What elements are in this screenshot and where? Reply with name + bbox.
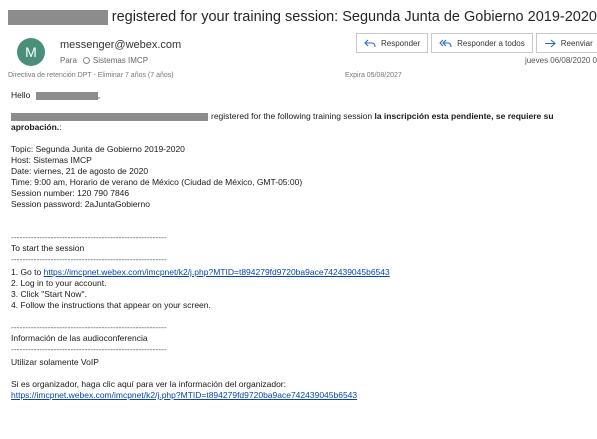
- voip-note: Utilizar solamente VoIP: [11, 357, 99, 367]
- redacted-name: [35, 91, 98, 100]
- to-label: Para: [60, 56, 77, 65]
- session-host: Host: Sistemas IMCP: [11, 155, 92, 165]
- organizer-link-line: https://imcpnet.webex.com/imcpnet/k2/j.p…: [11, 390, 595, 401]
- organizer-text: Si es organizador, haga clic aquí para v…: [11, 379, 286, 389]
- greeting-suffix: ,: [97, 90, 101, 100]
- message-body: Hello , registered for the following tra…: [11, 90, 595, 401]
- divider: ----------------------------------------…: [11, 344, 167, 354]
- session-topic: Topic: Segunda Junta de Gobierno 2019-20…: [11, 144, 185, 154]
- reply-all-button[interactable]: Responder a todos: [431, 33, 533, 53]
- registration-line-cont: aprobación.:: [11, 122, 595, 133]
- message-actions: Responder Responder a todos Reenviar: [356, 33, 597, 53]
- divider: ----------------------------------------…: [11, 322, 167, 332]
- approval-text: aprobación.: [11, 122, 60, 132]
- greeting-line: Hello ,: [11, 90, 595, 101]
- subject-text: registered for your training session: Se…: [111, 9, 597, 25]
- expiration-date: Expira 05/08/2027: [345, 72, 402, 79]
- reply-button[interactable]: Responder: [356, 33, 429, 53]
- session-time: Time: 9:00 am, Horario de verano de Méxi…: [11, 177, 303, 187]
- sender-avatar[interactable]: M: [17, 38, 45, 66]
- session-date: Date: viernes, 21 de agosto de 2020: [11, 166, 149, 176]
- divider: ----------------------------------------…: [11, 232, 167, 242]
- reply-label: Responder: [381, 38, 421, 48]
- step-3: 3. Click "Start Now".: [11, 289, 87, 299]
- reply-all-label: Responder a todos: [457, 38, 525, 48]
- pending-approval-text: la inscripción esta pendiente, se requie…: [374, 111, 554, 121]
- registration-text: registered for the following training se…: [211, 111, 375, 121]
- redacted-name: [11, 112, 208, 121]
- session-number: Session number: 120 790 7846: [11, 188, 130, 198]
- recipient-line: Para Sistemas IMCP: [60, 56, 148, 65]
- start-heading: To start the session: [11, 243, 85, 253]
- session-password: Session password: 2aJuntaGobierno: [11, 199, 150, 209]
- divider: ----------------------------------------…: [11, 254, 167, 264]
- session-link[interactable]: https://imcpnet.webex.com/imcpnet/k2/j.p…: [44, 267, 390, 277]
- forward-button[interactable]: Reenviar: [535, 33, 597, 53]
- audio-heading: Información de las audioconferencia: [11, 333, 148, 343]
- reply-icon: [364, 39, 376, 47]
- step-1: 1. Go to https://imcpnet.webex.com/imcpn…: [11, 267, 595, 278]
- reply-all-icon: [439, 39, 452, 47]
- step-1-prefix: 1. Go to: [11, 267, 44, 277]
- organizer-link[interactable]: https://imcpnet.webex.com/imcpnet/k2/j.p…: [11, 390, 357, 400]
- step-2: 2. Log in to your account.: [11, 278, 107, 288]
- email-subject: registered for your training session: Se…: [8, 6, 597, 28]
- approval-end: :: [59, 122, 62, 132]
- registration-line: registered for the following training se…: [11, 111, 595, 122]
- received-date: jueves 06/08/2020 0: [524, 56, 597, 65]
- forward-label: Reenviar: [560, 38, 593, 48]
- retention-policy: Directiva de retención DPT - Eliminar 7 …: [8, 72, 174, 79]
- sender-address[interactable]: messenger@webex.com: [60, 39, 181, 51]
- recipient-name[interactable]: Sistemas IMCP: [93, 56, 148, 65]
- step-4: 4. Follow the instructions that appear o…: [11, 300, 211, 310]
- forward-icon: [544, 39, 556, 47]
- greeting-text: Hello: [11, 90, 31, 100]
- redacted-name: [8, 9, 108, 25]
- recipient-status-icon: [82, 57, 90, 64]
